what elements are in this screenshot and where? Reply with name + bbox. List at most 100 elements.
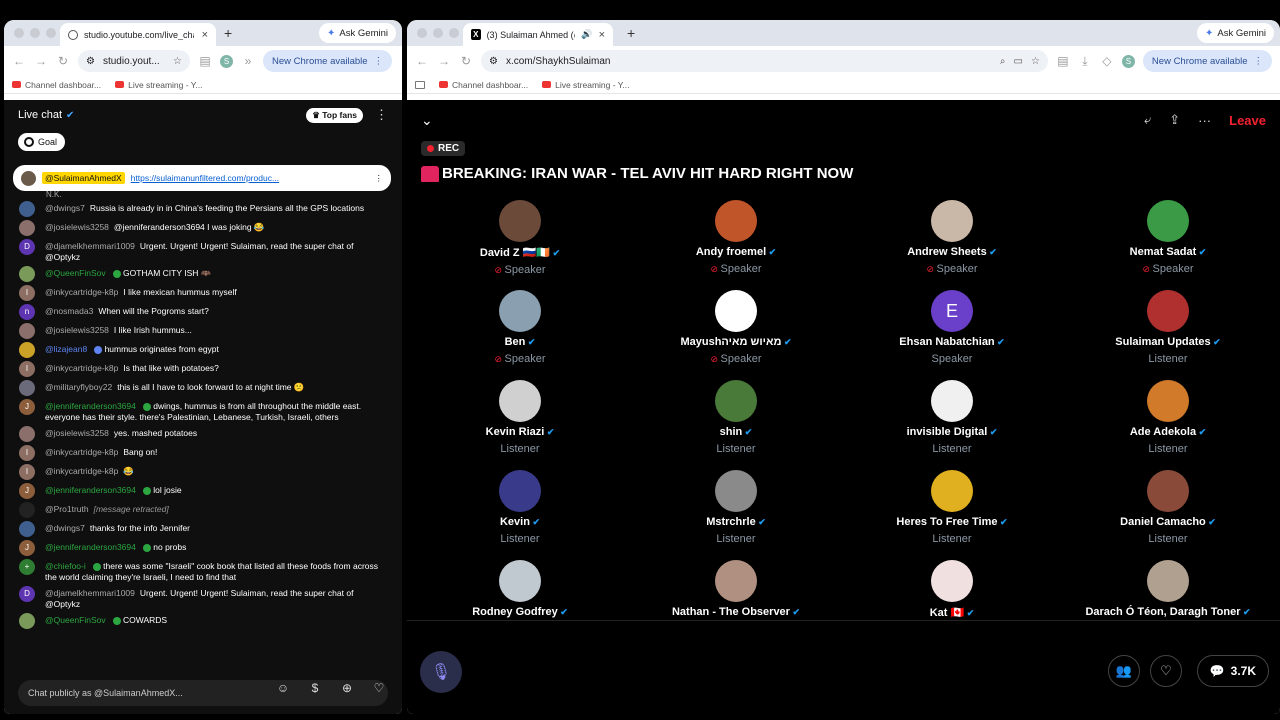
participant[interactable]: shin ✔ Listener bbox=[628, 380, 844, 455]
chat-message[interactable]: J @jenniferanderson3694 lol josie bbox=[4, 483, 402, 499]
chat-message[interactable]: I @inkycartridge-k8p Is that like with pot… bbox=[4, 361, 402, 377]
chat-message[interactable]: D @djamelkhemmari1009 Urgent. Urgent! Urge… bbox=[4, 239, 402, 263]
tab-live-chat[interactable]: studio.youtube.com/live_chat × bbox=[60, 23, 216, 46]
message-author[interactable]: @josielewis3258 bbox=[45, 325, 109, 335]
participant[interactable]: Heres To Free Time ✔ Listener bbox=[844, 470, 1060, 545]
avatar[interactable] bbox=[1147, 560, 1189, 602]
participant[interactable]: Nemat Sadat ✔ ⊘ Speaker bbox=[1060, 200, 1276, 275]
comments-button[interactable]: 💬 3.7K bbox=[1196, 655, 1269, 687]
message-author[interactable]: @nosmada3 bbox=[45, 306, 93, 316]
forward-icon[interactable]: → bbox=[437, 54, 451, 68]
more-options-icon[interactable]: ··· bbox=[1198, 113, 1211, 128]
tab-search-icon[interactable]: ▤ bbox=[198, 54, 212, 68]
chevron-down-icon[interactable]: ⌄ bbox=[421, 112, 433, 129]
participant[interactable]: Sulaiman Updates ✔ Listener bbox=[1060, 290, 1276, 365]
message-author[interactable]: @inkycartridge-k8p bbox=[45, 287, 118, 297]
message-author[interactable]: @djamelkhemmari1009 bbox=[45, 588, 135, 598]
minimize-icon[interactable]: ⤶ bbox=[1144, 112, 1151, 128]
message-author[interactable]: @jenniferanderson3694 bbox=[45, 485, 136, 495]
message-author[interactable]: @lizajean8 bbox=[45, 344, 87, 354]
avatar[interactable] bbox=[19, 220, 35, 236]
pinned-message[interactable]: @SulaimanAhmedX https://sulaimanunfilter… bbox=[13, 165, 391, 191]
avatar[interactable]: J bbox=[19, 399, 35, 415]
chat-message[interactable]: n @nosmada3 When will the Pogroms start? bbox=[4, 304, 402, 320]
avatar[interactable]: J bbox=[19, 540, 35, 556]
message-author[interactable]: @josielewis3258 bbox=[45, 222, 109, 232]
participant[interactable]: Rodney Godfrey ✔ bbox=[412, 560, 628, 618]
avatar[interactable] bbox=[499, 470, 541, 512]
avatar[interactable] bbox=[499, 560, 541, 602]
avatar[interactable] bbox=[715, 560, 757, 602]
message-author[interactable]: @inkycartridge-k8p bbox=[45, 466, 118, 476]
participant[interactable]: Kevin ✔ Listener bbox=[412, 470, 628, 545]
avatar[interactable] bbox=[715, 290, 757, 332]
avatar[interactable] bbox=[931, 470, 973, 512]
speaker-icon[interactable]: 🔊 bbox=[581, 29, 592, 40]
avatar[interactable]: I bbox=[19, 361, 35, 377]
update-chrome-button[interactable]: New Chrome available ⋮ bbox=[1142, 50, 1272, 72]
top-fans-button[interactable]: ♛ Top fans bbox=[306, 107, 363, 123]
bookmark-channel-dashboard[interactable]: Channel dashboar... bbox=[439, 80, 528, 90]
avatar[interactable]: I bbox=[19, 445, 35, 461]
bookmark-folder[interactable] bbox=[415, 80, 425, 89]
avatar[interactable] bbox=[931, 560, 973, 602]
avatar[interactable] bbox=[931, 380, 973, 422]
participant[interactable]: E Ehsan Nabatchian ✔ Speaker bbox=[844, 290, 1060, 365]
avatar[interactable] bbox=[1147, 200, 1189, 242]
avatar[interactable] bbox=[19, 266, 35, 282]
message-author[interactable]: @QueenFinSov bbox=[45, 268, 106, 278]
tab-search-icon[interactable]: ▤ bbox=[1056, 54, 1070, 68]
profile-avatar[interactable]: S bbox=[1121, 54, 1135, 68]
chat-message[interactable]: + @chiefoo-i there was some "Israeli" coo… bbox=[4, 559, 402, 583]
reactions-button[interactable]: ♡ bbox=[1150, 655, 1182, 687]
chat-message[interactable]: J @jenniferanderson3694 no probs bbox=[4, 540, 402, 556]
avatar[interactable]: n bbox=[19, 304, 35, 320]
participant[interactable]: Ade Adekola ✔ Listener bbox=[1060, 380, 1276, 455]
reload-icon[interactable]: ↻ bbox=[459, 54, 473, 68]
avatar[interactable]: E bbox=[931, 290, 973, 332]
message-author[interactable]: @QueenFinSov bbox=[45, 615, 106, 625]
avatar[interactable] bbox=[19, 380, 35, 396]
chat-message[interactable]: I @inkycartridge-k8p 😂 bbox=[4, 464, 402, 480]
chat-message[interactable]: D @djamelkhemmari1009 Urgent. Urgent! Urge… bbox=[4, 586, 402, 610]
bookmark-live-streaming[interactable]: Live streaming - Y... bbox=[542, 80, 629, 90]
message-author[interactable]: @chiefoo-i bbox=[45, 561, 86, 571]
profile-avatar[interactable]: S bbox=[220, 54, 233, 68]
avatar[interactable] bbox=[19, 342, 35, 358]
message-author[interactable]: @djamelkhemmari1009 bbox=[45, 241, 135, 251]
avatar[interactable]: I bbox=[19, 285, 35, 301]
avatar[interactable] bbox=[19, 502, 35, 518]
ask-gemini-button[interactable]: ✦ Ask Gemini bbox=[1197, 23, 1274, 43]
site-info-icon[interactable]: ⚙ bbox=[489, 56, 498, 67]
avatar[interactable]: I bbox=[19, 464, 35, 480]
avatar[interactable] bbox=[715, 380, 757, 422]
avatar[interactable] bbox=[19, 323, 35, 339]
people-button[interactable]: 👥 bbox=[1108, 655, 1140, 687]
leave-button[interactable]: Leave bbox=[1229, 113, 1266, 128]
reload-icon[interactable]: ↻ bbox=[56, 54, 70, 68]
emoji-icon[interactable]: ☺ bbox=[274, 679, 292, 697]
chat-message[interactable]: @QueenFinSov GOTHAM CITY ISH 🦇 bbox=[4, 266, 402, 282]
back-icon[interactable]: ← bbox=[415, 54, 429, 68]
message-author[interactable]: @Pro1truth bbox=[45, 504, 89, 514]
message-author[interactable]: @josielewis3258 bbox=[45, 428, 109, 438]
address-bar[interactable]: ⚙ studio.yout... ☆ bbox=[78, 50, 190, 72]
avatar[interactable] bbox=[19, 426, 35, 442]
avatar[interactable] bbox=[715, 200, 757, 242]
avatar[interactable] bbox=[19, 613, 35, 629]
participant[interactable]: Kevin Riazi ✔ Listener bbox=[412, 380, 628, 455]
close-tab-icon[interactable]: × bbox=[202, 29, 208, 41]
avatar[interactable] bbox=[19, 201, 35, 217]
bookmark-channel-dashboard[interactable]: Channel dashboar... bbox=[12, 80, 101, 90]
add-icon[interactable]: ⊕ bbox=[338, 679, 356, 697]
ask-gemini-button[interactable]: ✦ Ask Gemini bbox=[319, 23, 396, 43]
address-bar[interactable]: ⚙ x.com/ShaykhSulaiman ⌕ ▭ ☆ bbox=[481, 50, 1048, 72]
message-author[interactable]: @militaryflyboy22 bbox=[45, 382, 112, 392]
goal-button[interactable]: Goal bbox=[18, 133, 66, 151]
extensions-icon[interactable]: ◇ bbox=[1100, 54, 1114, 68]
participant[interactable]: Ben ✔ ⊘ Speaker bbox=[412, 290, 628, 365]
microphone-button[interactable]: 🎙 bbox=[420, 651, 462, 693]
message-author[interactable]: @inkycartridge-k8p bbox=[45, 363, 118, 373]
more-options-icon[interactable]: ⋮ bbox=[375, 107, 388, 123]
chat-message[interactable]: @QueenFinSov COWARDS bbox=[4, 613, 402, 629]
